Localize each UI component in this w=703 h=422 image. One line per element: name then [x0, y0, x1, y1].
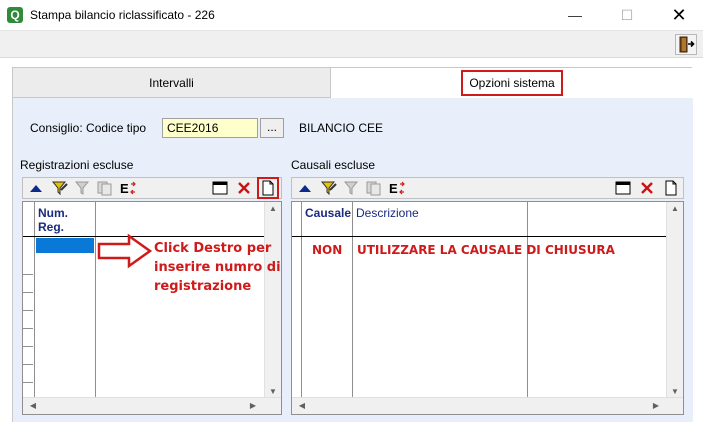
row-indicator: [23, 293, 33, 311]
causali-toolbar: E: [291, 177, 684, 199]
new-record-highlight: [257, 177, 279, 199]
top-toolbar: [0, 31, 703, 58]
triangle-up-icon: [299, 185, 311, 192]
export-button[interactable]: E: [119, 180, 137, 196]
minimize-button[interactable]: —: [552, 0, 598, 31]
registrazioni-toolbar: E: [22, 177, 282, 199]
window-button[interactable]: [211, 180, 229, 196]
header-divider: [292, 236, 668, 237]
row-indicator: [23, 365, 33, 383]
export-excel-icon: E: [120, 181, 136, 196]
options-panel: Intervalli Opzioni sistema Consiglio: Co…: [12, 67, 693, 422]
causali-window-button[interactable]: [614, 180, 632, 196]
annotation-note-line-2: inserire numro di: [154, 260, 281, 275]
descrizione-header[interactable]: Descrizione: [353, 202, 528, 236]
causali-export-button[interactable]: E: [388, 180, 406, 196]
registrazioni-escluse-label: Registrazioni escluse: [20, 158, 134, 172]
delete-x-icon: [641, 182, 653, 194]
codice-tipo-description: BILANCIO CEE: [299, 121, 384, 135]
svg-text:E: E: [389, 181, 398, 196]
causali-copy-button[interactable]: [364, 180, 382, 196]
filter-button[interactable]: [73, 180, 91, 196]
exit-button[interactable]: [675, 34, 697, 55]
causali-escluse-label: Causali escluse: [291, 158, 376, 172]
copy-button[interactable]: [95, 180, 113, 196]
delete-x-icon: [238, 182, 250, 194]
copy-icon: [366, 181, 381, 196]
registrazioni-vertical-scrollbar[interactable]: ▲ ▼: [264, 202, 281, 398]
codice-tipo-input[interactable]: CEE2016: [162, 118, 258, 138]
funnel-icon: [74, 181, 90, 195]
app-icon: Q: [7, 7, 23, 23]
row-indicator: [23, 311, 33, 329]
tab-opzioni-sistema-label: Opzioni sistema: [461, 70, 563, 96]
annotation-arrow-icon: [97, 233, 153, 269]
causali-empty-header: [528, 202, 668, 236]
scroll-up-arrow-icon[interactable]: ▲: [667, 204, 683, 213]
move-up-button[interactable]: [27, 180, 45, 196]
close-button[interactable]: ✕: [656, 0, 702, 31]
num-reg-selected-cell[interactable]: [36, 238, 94, 253]
registrazioni-empty-header: [96, 202, 266, 236]
filter-edit-icon: [320, 181, 337, 196]
row-indicator: [23, 275, 33, 293]
window-icon: [212, 181, 228, 195]
exit-door-icon: [679, 36, 695, 53]
maximize-button[interactable]: ☐: [604, 0, 650, 31]
causale-annotation-code: NON: [312, 243, 343, 257]
causali-filter-button[interactable]: [342, 180, 360, 196]
scroll-right-arrow-icon[interactable]: ▶: [648, 401, 664, 410]
causali-grid: Causale Descrizione NON UTILIZZARE LA CA…: [291, 201, 684, 415]
causali-filter-edit-button[interactable]: [320, 180, 338, 196]
annotation-note: Click Destro per inserire numro di regis…: [154, 239, 281, 296]
scroll-left-arrow-icon[interactable]: ◀: [294, 401, 310, 410]
scroll-left-arrow-icon[interactable]: ◀: [25, 401, 41, 410]
row-indicator: [23, 257, 33, 275]
window-title: Stampa bilancio riclassificato - 226: [30, 8, 215, 22]
causali-move-up-button[interactable]: [296, 180, 314, 196]
row-indicator: [23, 347, 33, 365]
registrazioni-horizontal-scrollbar[interactable]: ◀ ▶: [23, 397, 281, 414]
title-bar: Q Stampa bilancio riclassificato - 226 —…: [0, 0, 703, 31]
copy-icon: [97, 181, 112, 196]
annotation-note-line-3: registrazione: [154, 279, 252, 294]
codice-tipo-label: Consiglio: Codice tipo: [30, 121, 147, 135]
causali-vertical-scrollbar[interactable]: ▲ ▼: [666, 202, 683, 398]
scroll-down-arrow-icon[interactable]: ▼: [667, 387, 683, 396]
funnel-icon: [343, 181, 359, 195]
causale-header[interactable]: Causale: [302, 202, 353, 236]
scroll-down-arrow-icon[interactable]: ▼: [265, 387, 281, 396]
window-icon: [615, 181, 631, 195]
causali-delete-button[interactable]: [638, 180, 656, 196]
tab-content: Consiglio: Codice tipo CEE2016 ... BILAN…: [13, 98, 693, 422]
scroll-up-arrow-icon[interactable]: ▲: [265, 204, 281, 213]
row-indicator: [23, 329, 33, 347]
causale-annotation-description: UTILIZZARE LA CAUSALE DI CHIUSURA: [357, 243, 615, 257]
causali-horizontal-scrollbar[interactable]: ◀ ▶: [292, 397, 683, 414]
new-document-icon: [665, 180, 677, 196]
num-reg-header[interactable]: Num. Reg.: [35, 202, 96, 236]
causali-new-record-button[interactable]: [662, 180, 680, 196]
svg-text:E: E: [120, 181, 129, 196]
tab-opzioni-sistema[interactable]: Opzioni sistema: [331, 68, 693, 98]
filter-edit-button[interactable]: [51, 180, 69, 196]
tab-intervalli[interactable]: Intervalli: [13, 68, 331, 98]
row-indicator-column: [292, 202, 302, 414]
triangle-up-icon: [30, 185, 42, 192]
scroll-right-arrow-icon[interactable]: ▶: [245, 401, 261, 410]
codice-tipo-browse-button[interactable]: ...: [260, 118, 284, 138]
delete-button[interactable]: [235, 180, 253, 196]
annotation-note-line-1: Click Destro per: [154, 241, 272, 256]
filter-edit-icon: [51, 181, 68, 196]
export-excel-icon: E: [389, 181, 405, 196]
